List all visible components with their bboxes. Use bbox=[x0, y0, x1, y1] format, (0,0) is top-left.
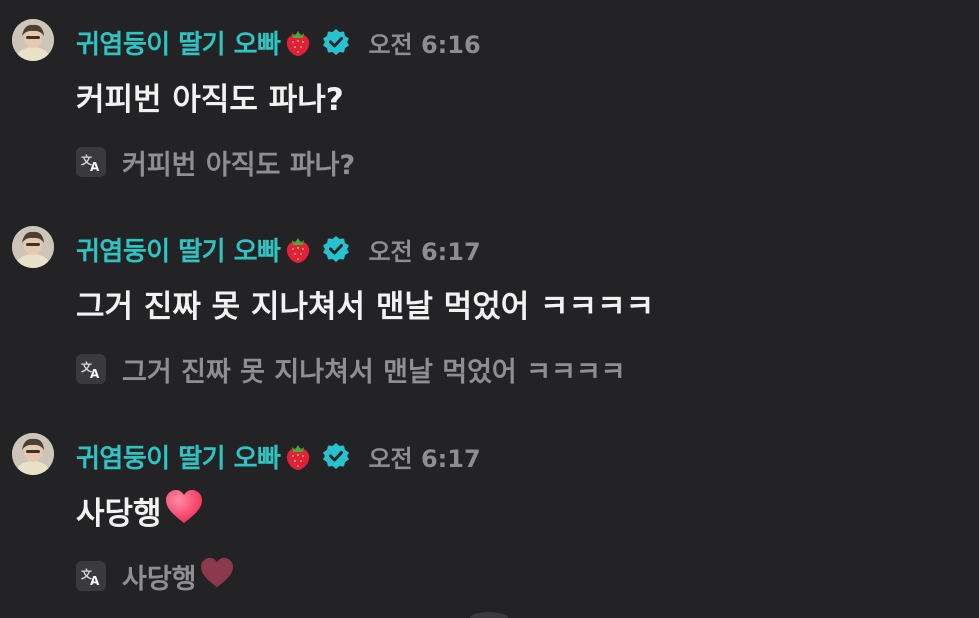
translation-row[interactable]: 文 A 커피번 아직도 파나? bbox=[76, 140, 355, 184]
avatar[interactable] bbox=[12, 226, 54, 268]
translate-icon[interactable]: 文 A bbox=[76, 354, 106, 384]
strawberry-icon bbox=[282, 440, 314, 472]
translation-row[interactable]: 文 A 그거 진짜 못 지나쳐서 맨날 먹었어 ㅋㅋㅋㅋ bbox=[76, 347, 626, 391]
translated-text-content: 커피번 아직도 파나? bbox=[122, 149, 356, 181]
message-text: 그거 진짜 못 지나쳐서 맨날 먹었어 ㅋㅋㅋㅋ bbox=[76, 281, 654, 326]
avatar[interactable] bbox=[12, 19, 54, 61]
translated-text-content: 그거 진짜 못 지나쳐서 맨날 먹었어 ㅋㅋㅋㅋ bbox=[122, 356, 626, 388]
author-name[interactable]: 귀염둥이 딸기 오빠 bbox=[76, 231, 281, 268]
translated-text: 커피번 아직도 파나? bbox=[122, 143, 355, 182]
translated-text: 사당행 bbox=[122, 557, 235, 596]
strawberry-icon bbox=[282, 233, 314, 265]
verified-badge-icon bbox=[322, 235, 350, 263]
translated-text-content: 사당행 bbox=[122, 563, 197, 595]
heart-icon bbox=[199, 557, 235, 596]
chat-feed: 귀염둥이 딸기 오빠 오전 6:16 커피번 아직도 파나? 文 A 커피번 아… bbox=[0, 0, 979, 618]
verified-badge-icon bbox=[322, 442, 350, 470]
svg-text:A: A bbox=[90, 367, 100, 379]
translation-row[interactable]: 文 A 사당행 bbox=[76, 554, 235, 598]
author-name[interactable]: 귀염둥이 딸기 오빠 bbox=[76, 24, 281, 61]
timestamp: 오전 6:17 bbox=[368, 237, 481, 266]
strawberry-icon bbox=[282, 26, 314, 58]
message-header: 귀염둥이 딸기 오빠 오전 6:16 bbox=[76, 20, 481, 64]
timestamp: 오전 6:16 bbox=[368, 30, 481, 59]
avatar-image bbox=[12, 226, 54, 268]
message-header: 귀염둥이 딸기 오빠 오전 6:17 bbox=[76, 434, 481, 478]
translate-icon[interactable]: 文 A bbox=[76, 147, 106, 177]
svg-text:A: A bbox=[90, 160, 100, 172]
avatar[interactable] bbox=[12, 433, 54, 475]
message-header: 귀염둥이 딸기 오빠 오전 6:17 bbox=[76, 227, 481, 271]
translate-icon[interactable]: 文 A bbox=[76, 561, 106, 591]
scroll-indicator[interactable] bbox=[470, 612, 508, 618]
heart-icon bbox=[164, 489, 204, 533]
translated-text: 그거 진짜 못 지나쳐서 맨날 먹었어 ㅋㅋㅋㅋ bbox=[122, 350, 626, 389]
verified-badge-icon bbox=[322, 28, 350, 56]
avatar-image bbox=[12, 19, 54, 61]
message-text: 사당행 bbox=[76, 488, 204, 533]
svg-text:A: A bbox=[90, 574, 100, 586]
message-text: 커피번 아직도 파나? bbox=[76, 74, 344, 119]
author-name[interactable]: 귀염둥이 딸기 오빠 bbox=[76, 438, 281, 475]
message-text-content: 커피번 아직도 파나? bbox=[76, 82, 344, 118]
timestamp: 오전 6:17 bbox=[368, 444, 481, 473]
message-text-content: 그거 진짜 못 지나쳐서 맨날 먹었어 ㅋㅋㅋㅋ bbox=[76, 289, 655, 325]
message-text-content: 사당행 bbox=[76, 496, 162, 532]
avatar-image bbox=[12, 433, 54, 475]
